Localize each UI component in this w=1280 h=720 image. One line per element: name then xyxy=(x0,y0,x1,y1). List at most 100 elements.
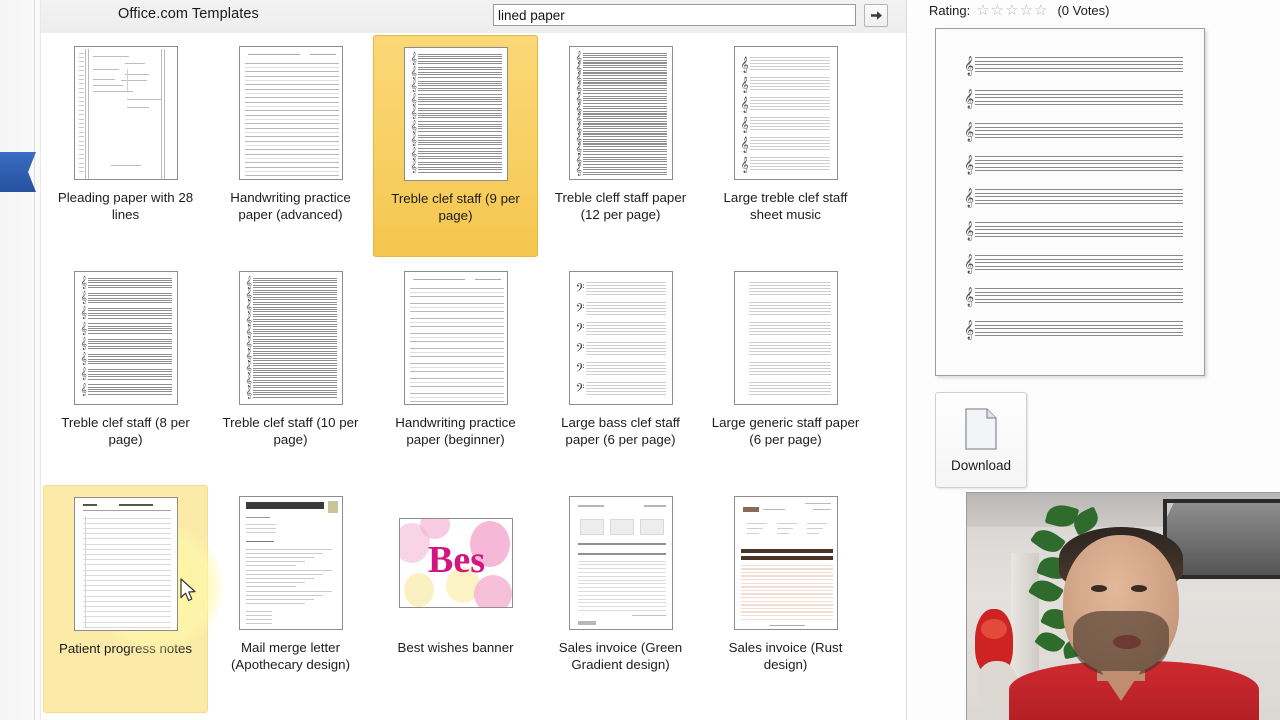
staff-row: 𝄞 xyxy=(411,94,503,107)
rule-mid xyxy=(244,66,339,68)
webcam-plush-face xyxy=(981,619,1007,639)
template-card-handwriting-beginner[interactable]: Handwriting practice paper (beginner) xyxy=(373,260,538,482)
staff-lines xyxy=(253,289,338,302)
rule-bottom xyxy=(244,83,339,85)
staff-lines xyxy=(585,341,666,358)
preview-staff-row: 𝄞 xyxy=(964,254,1184,274)
line-number-tick xyxy=(78,166,84,168)
clef-icon: 𝄞 xyxy=(245,350,253,363)
table-row-line xyxy=(740,614,833,617)
app-root: Office.com Templates Pleading paper with… xyxy=(0,0,1280,720)
template-thumbnail: 𝄞 𝄞 𝄞 𝄞 𝄞 𝄞 xyxy=(703,35,868,190)
template-card-pleading[interactable]: Pleading paper with 28 lines xyxy=(43,35,208,257)
template-card-best-wishes[interactable]: Bes Best wishes banner xyxy=(373,485,538,713)
clef-icon: 𝄢 xyxy=(575,321,585,338)
treble-clef-icon: 𝄞 xyxy=(964,254,975,274)
rule-mid xyxy=(409,396,504,398)
text-line xyxy=(120,79,147,81)
line-number-tick xyxy=(78,52,84,54)
thumbnail-page xyxy=(238,495,343,630)
line-number-tick xyxy=(78,96,84,98)
field-line xyxy=(776,527,793,529)
treble-clef-icon: 𝄞 xyxy=(964,287,975,307)
staff-row: 𝄞 xyxy=(740,76,830,93)
template-thumbnail xyxy=(44,486,207,641)
rule xyxy=(82,579,171,581)
staff-lines xyxy=(418,53,503,66)
clef-icon: 𝄞 xyxy=(740,76,749,93)
search-input[interactable] xyxy=(493,4,856,26)
rating-star-3[interactable]: ☆ xyxy=(1005,3,1018,18)
template-card-invoice-rust[interactable]: Sales invoice (Rust design) xyxy=(703,485,868,713)
template-results-pane[interactable]: Pleading paper with 28 lines Handwriting … xyxy=(41,33,906,720)
rating-stars[interactable]: ☆ ☆ ☆ ☆ ☆ xyxy=(976,3,1047,18)
template-card-treble-12[interactable]: 𝄞 𝄞 𝄞 𝄞 𝄞 𝄞 𝄞 𝄞 𝄞 𝄞 𝄞 𝄞 Treble cleff staff paper (12… xyxy=(538,35,703,257)
clef-icon: 𝄞 xyxy=(80,368,88,381)
staff-lines xyxy=(748,381,831,398)
template-label: Handwriting practice paper (beginner) xyxy=(395,415,516,447)
staff-row: 𝄞 xyxy=(410,120,503,134)
download-button[interactable]: Download xyxy=(935,392,1027,488)
arrow-right-icon xyxy=(870,11,882,20)
body-line xyxy=(245,603,305,605)
search-go-button[interactable] xyxy=(864,4,888,27)
template-preview: 𝄞 𝄞 𝄞 𝄞 𝄞 𝄞 𝄞 𝄞 𝄞 xyxy=(935,28,1205,376)
staff-lines xyxy=(88,292,173,305)
rating-star-2[interactable]: ☆ xyxy=(991,3,1004,18)
template-card-generic-large-6[interactable]: Large generic staff paper (6 per page) xyxy=(703,260,868,482)
rating-star-1[interactable]: ☆ xyxy=(976,3,989,18)
staff-lines xyxy=(585,321,666,338)
treble-clef-icon: 𝄞 xyxy=(964,122,975,142)
rating-star-4[interactable]: ☆ xyxy=(1020,3,1033,18)
thumbnail-page: 𝄢 𝄢 𝄢 𝄢 𝄢 𝄢 xyxy=(568,270,673,405)
template-thumbnail: 𝄞 𝄞 𝄞 𝄞 𝄞 𝄞 𝄞 𝄞 xyxy=(43,260,208,415)
rule-bottom xyxy=(409,385,504,387)
thumbnail-page xyxy=(403,270,508,405)
clef-icon: 𝄞 xyxy=(245,325,253,338)
rule-top xyxy=(244,75,339,77)
text-line xyxy=(245,527,276,529)
rule-bottom xyxy=(244,96,339,98)
rule-mid xyxy=(409,351,504,353)
preview-staff-row: 𝄞 xyxy=(964,320,1184,340)
line-number-tick xyxy=(78,171,84,173)
body-line xyxy=(245,552,323,554)
table-row-line xyxy=(577,583,666,585)
table-header xyxy=(577,552,666,555)
rule-top xyxy=(244,101,339,103)
clef-icon: 𝄢 xyxy=(575,281,585,298)
footer-logo xyxy=(577,620,596,625)
template-card-treble-8[interactable]: 𝄞 𝄞 𝄞 𝄞 𝄞 𝄞 𝄞 𝄞 Treble clef staff (8 per page) xyxy=(43,260,208,482)
preview-staff-lines xyxy=(975,288,1184,306)
clef-icon: 𝄞 xyxy=(410,120,418,133)
template-card-handwriting-advanced[interactable]: Handwriting practice paper (advanced) xyxy=(208,35,373,257)
template-card-invoice-green[interactable]: Sales invoice (Green Gradient design) xyxy=(538,485,703,713)
table-row-line xyxy=(740,582,833,585)
staff-lines xyxy=(418,121,503,134)
template-card-treble-10[interactable]: 𝄞 𝄞 𝄞 𝄞 𝄞 𝄞 𝄞 𝄞 𝄞 𝄞 Treble clef staff (10 per page… xyxy=(208,260,373,482)
search-box[interactable] xyxy=(493,4,858,28)
template-card-treble-9[interactable]: 𝄞 𝄞 𝄞 𝄞 𝄞 𝄞 𝄞 𝄞 𝄞 Treble clef staff (9 per page) xyxy=(373,35,538,257)
body-line xyxy=(245,594,323,596)
line-number-tick xyxy=(78,136,84,138)
template-thumbnail xyxy=(43,35,208,190)
line-number-tick xyxy=(78,74,84,76)
treble-clef-icon: 𝄞 xyxy=(964,320,975,340)
text-line xyxy=(245,523,276,525)
clef-icon: 𝄞 xyxy=(740,156,749,173)
rule-bottom xyxy=(409,400,504,402)
rule-top xyxy=(244,153,339,155)
template-card-treble-large-6[interactable]: 𝄞 𝄞 𝄞 𝄞 𝄞 𝄞 Large treble clef staff sheet musi… xyxy=(703,35,868,257)
text-line xyxy=(124,73,149,75)
staff-row: 𝄞 xyxy=(81,308,173,320)
divider xyxy=(82,509,171,511)
table-row-line xyxy=(577,606,666,608)
template-card-patient-notes[interactable]: Patient progress notes xyxy=(43,485,224,713)
rating-star-5[interactable]: ☆ xyxy=(1034,3,1047,18)
staff-row: 𝄞 xyxy=(81,369,173,381)
body-line xyxy=(245,586,296,588)
template-card-mail-merge[interactable]: Mail merge letter (Apothecary design) xyxy=(208,485,373,713)
line-number-tick xyxy=(78,92,84,94)
body-line xyxy=(245,573,323,575)
template-card-bass-large-6[interactable]: 𝄢 𝄢 𝄢 𝄢 𝄢 𝄢 Large bass clef staff paper (6 per… xyxy=(538,260,703,482)
